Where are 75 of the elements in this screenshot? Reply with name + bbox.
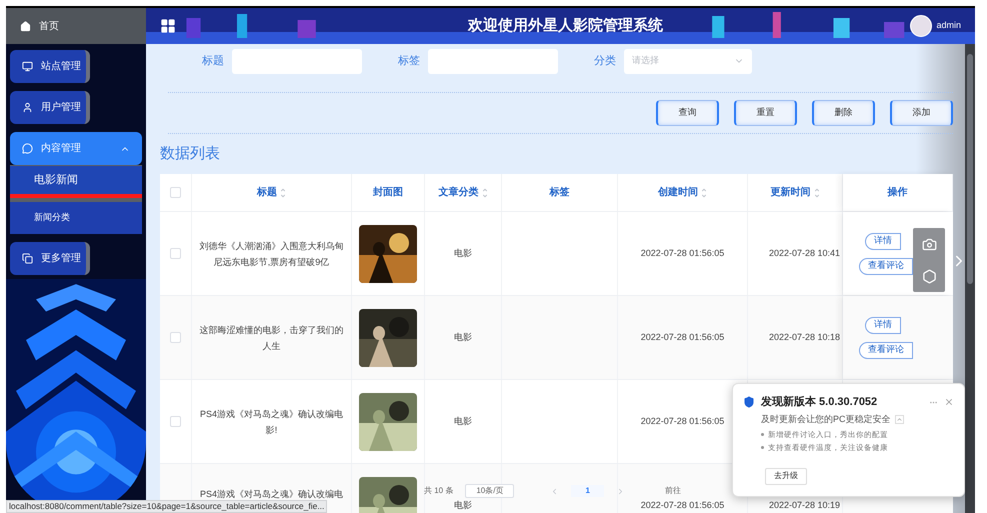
checkbox[interactable]	[170, 332, 181, 343]
section-title: 数据列表	[160, 144, 221, 164]
table-cell-text: 这部晦涩难懂的电影，击穿了我们的人生	[198, 324, 344, 352]
upgrade-button[interactable]: 去升级	[765, 468, 807, 484]
field-label: 标题	[202, 54, 224, 69]
link-button[interactable]: 详情	[865, 316, 901, 334]
column-header[interactable]: 操作	[843, 174, 953, 211]
input-field[interactable]	[428, 48, 558, 74]
frame-button[interactable]: 查询	[656, 100, 719, 126]
frame-button[interactable]: 删除	[812, 100, 875, 126]
window-title: 欢迎使用外星人影院管理系统	[468, 16, 663, 36]
column-header[interactable]: 标签	[502, 174, 618, 211]
column-header[interactable]: 创建时间	[618, 174, 748, 211]
column-header[interactable]: 封面图	[352, 174, 425, 211]
table-cell-text: 2022-07-28 01:56:05	[640, 414, 724, 428]
table-cell-text: 2022-07-28 10:41	[768, 246, 840, 260]
sort-icon[interactable]	[482, 186, 488, 198]
user-name: admin	[936, 19, 961, 32]
frame-button[interactable]: 重置	[734, 100, 797, 126]
home-nav-item[interactable]: 首页	[6, 8, 146, 44]
table-cell-text: 电影	[454, 498, 472, 512]
link-button[interactable]: 详情	[865, 232, 901, 250]
column-header[interactable]: 标题	[192, 174, 352, 211]
table-cell-text: 2022-07-28 01:56:05	[640, 330, 724, 344]
input-field[interactable]	[232, 48, 362, 74]
collapse-icon[interactable]	[894, 414, 904, 424]
column-header[interactable]: 更新时间	[748, 174, 843, 211]
nav-item[interactable]: 用户管理	[10, 91, 90, 124]
nav-icon	[22, 253, 33, 264]
sort-icon[interactable]	[701, 186, 707, 198]
shield-icon	[743, 396, 755, 408]
table-cell-text: 2022-07-28 01:56:05	[640, 246, 724, 260]
grid-icon[interactable]	[160, 18, 176, 34]
nav-subitem[interactable]: 电影新闻	[10, 166, 142, 198]
link-button[interactable]: 查看评论	[859, 258, 913, 274]
checkbox[interactable]	[170, 187, 181, 198]
table-cell-text: PS4游戏《对马岛之魂》确认改编电	[198, 488, 344, 501]
sort-icon[interactable]	[280, 186, 286, 198]
nav-icon	[22, 102, 33, 113]
field-label: 分类	[594, 54, 616, 69]
page-size-select[interactable]: 10条/页	[465, 484, 514, 498]
scrollbar-thumb[interactable]	[967, 54, 973, 284]
nav-icon	[22, 61, 33, 72]
link-button[interactable]: 查看评论	[859, 342, 913, 358]
nav-subitem[interactable]: 新闻分类	[10, 202, 142, 234]
table-cell-text: 2022-07-28 10:18	[768, 330, 840, 344]
close-icon[interactable]	[944, 397, 954, 408]
nav-item[interactable]: 更多管理	[10, 242, 90, 275]
table-cell-text: PS4游戏《对马岛之魂》确认改编电影!	[198, 408, 344, 436]
table-cell-text: 电影	[454, 330, 472, 344]
table-cell-text: 2022-07-28 10:19	[768, 498, 840, 512]
hexagon-icon[interactable]	[922, 268, 936, 284]
table-cell-text: 2022-07-28 01:56:05	[640, 498, 724, 512]
nav-item[interactable]: 内容管理	[10, 132, 142, 165]
table-cell-text: 电影	[454, 414, 472, 428]
checkbox[interactable]	[170, 416, 181, 427]
popup-title: 发现新版本 5.0.30.7052	[761, 394, 878, 410]
bullet-icon	[761, 446, 764, 450]
status-bar: localhost:8080/comment/table?size=10&page=1&source_table=article&source_fie...	[6, 500, 328, 513]
bullet-icon	[761, 433, 764, 436]
frame-button[interactable]: 添加	[890, 100, 953, 126]
popup-subtitle: 及时更新会让您的PC更稳定安全	[761, 412, 891, 426]
nav-icon	[22, 143, 33, 154]
total-count: 共 10 条	[424, 485, 454, 497]
nav-item[interactable]: 站点管理	[10, 50, 90, 83]
checkbox[interactable]	[170, 248, 181, 259]
camera-icon[interactable]	[922, 236, 936, 252]
home-icon	[20, 20, 31, 32]
sort-icon[interactable]	[814, 186, 820, 198]
table-cell-text: 电影	[454, 246, 472, 260]
page-button[interactable]: 1	[571, 485, 604, 497]
column-header[interactable]: 文章分类	[425, 174, 502, 211]
goto-label: 前往	[664, 485, 681, 497]
field-label: 标签	[398, 54, 420, 69]
table-cell-text: 刘德华《人潮汹涌》入围意大利乌甸尼远东电影节,票房有望破9亿	[198, 240, 344, 268]
